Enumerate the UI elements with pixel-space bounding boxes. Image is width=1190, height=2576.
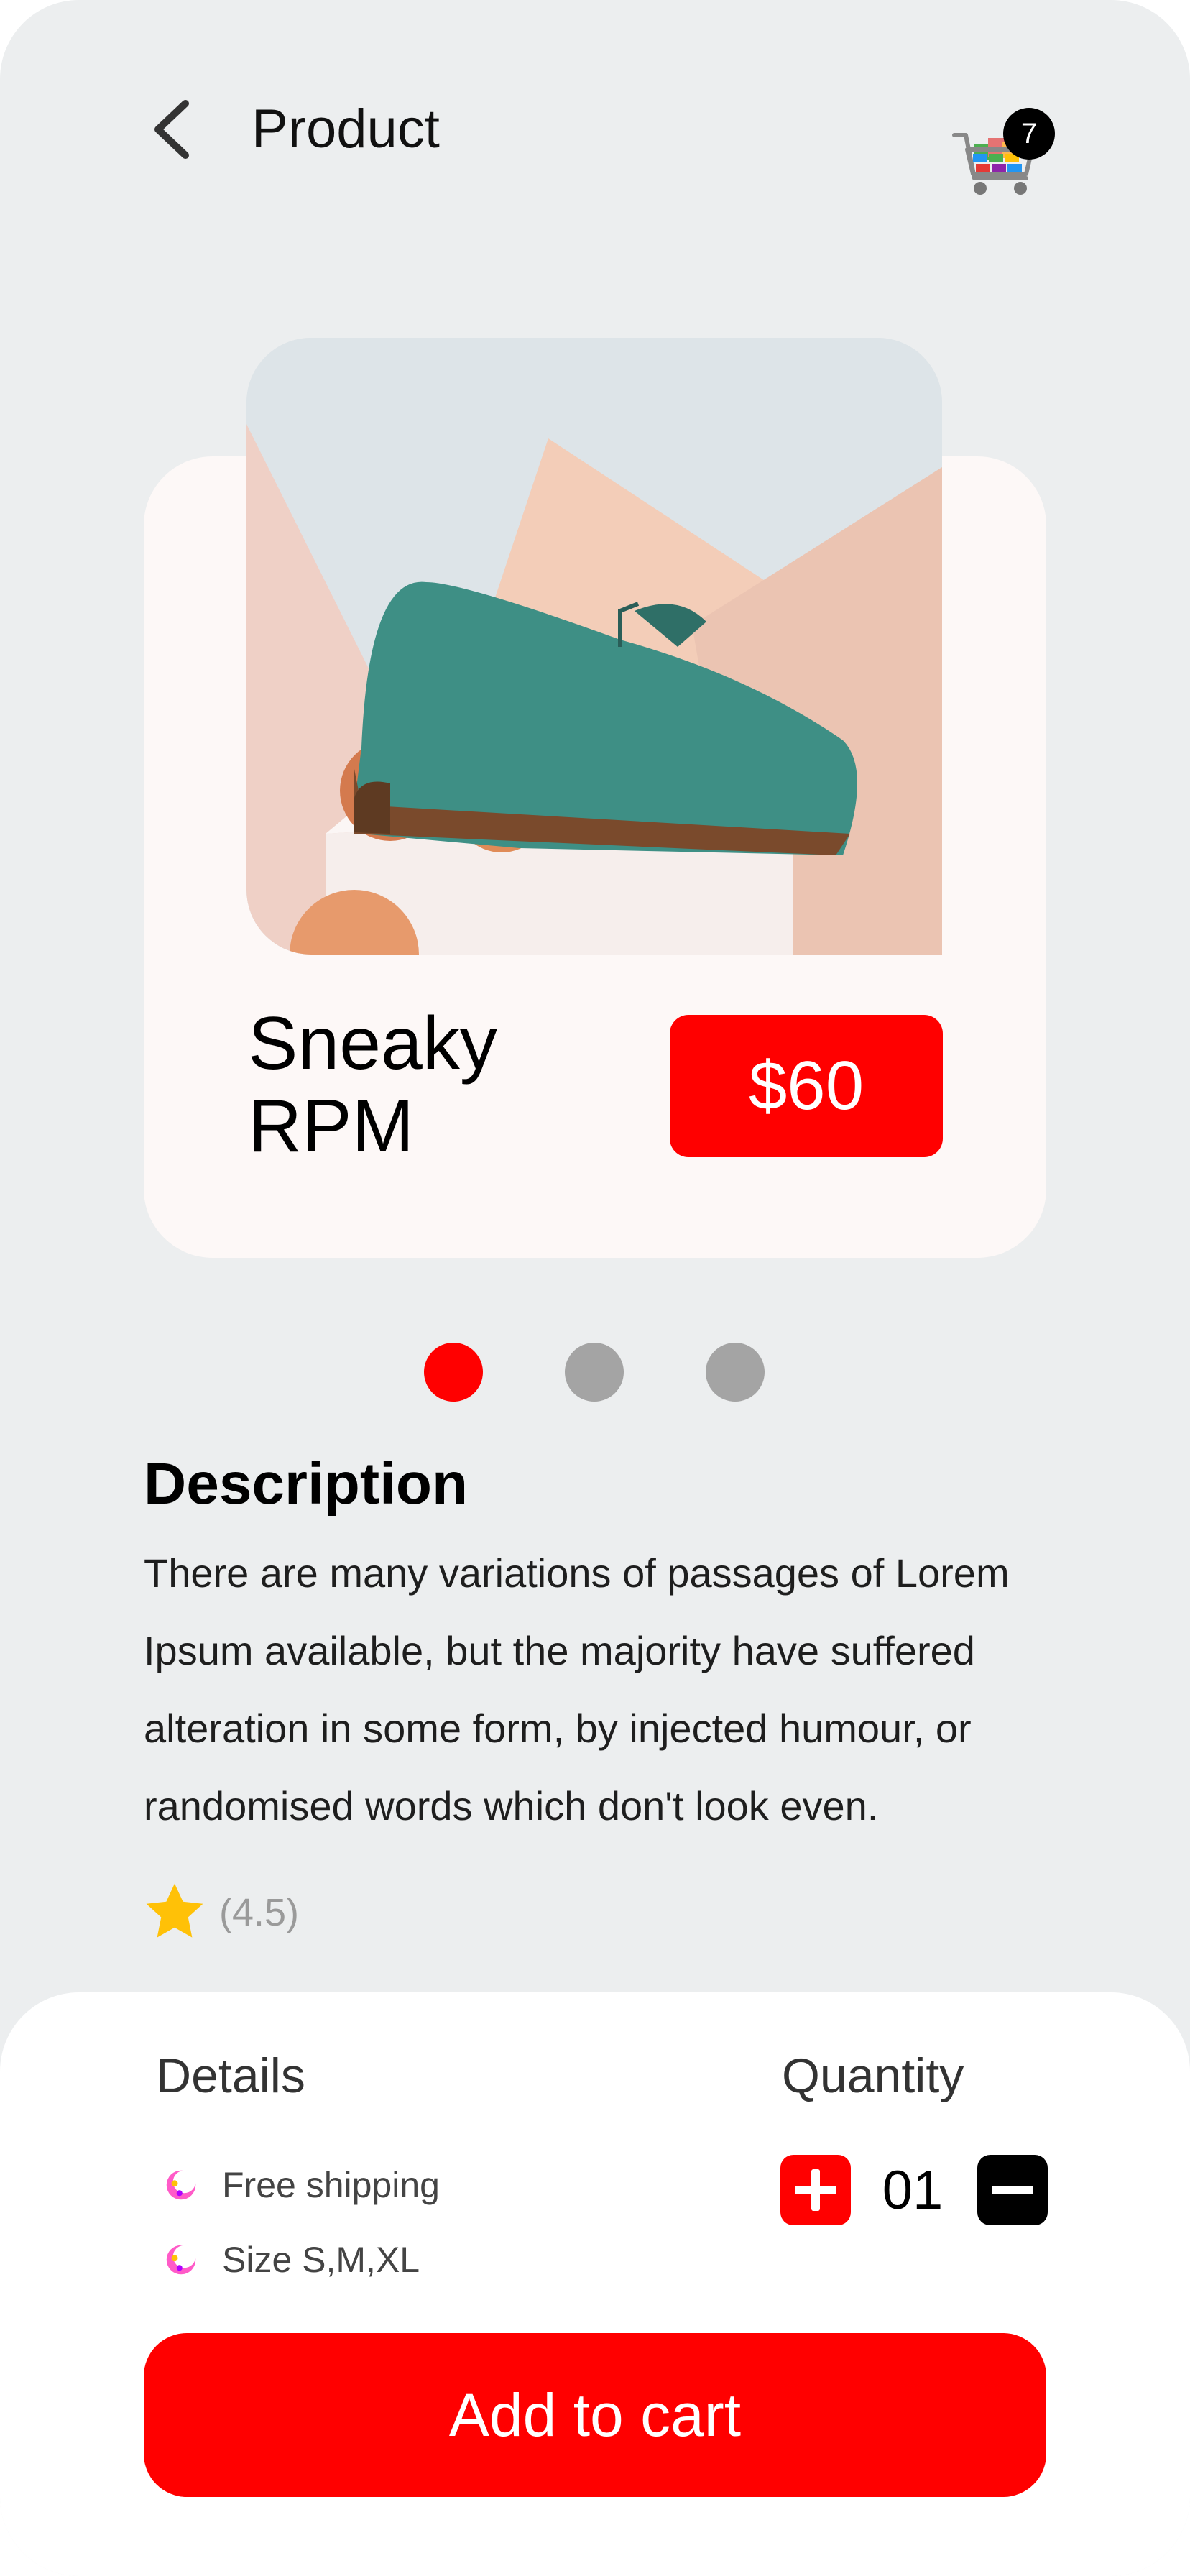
plus-icon: [795, 2169, 836, 2211]
add-to-cart-button[interactable]: Add to cart: [144, 2333, 1046, 2497]
quantity-increase-button[interactable]: [780, 2155, 851, 2225]
description-heading: Description: [144, 1451, 469, 1517]
product-image: [246, 338, 942, 954]
carousel-dot-3[interactable]: [706, 1343, 765, 1402]
cart-count-badge: 7: [1003, 108, 1055, 160]
price-tag: $60: [670, 1015, 943, 1157]
detail-item-free-shipping: Free shipping: [162, 2156, 440, 2214]
detail-item-size: Size S,M,XL: [162, 2231, 420, 2288]
detail-label: Free shipping: [222, 2165, 440, 2205]
quantity-heading: Quantity: [782, 2048, 964, 2103]
sparkle-bullet-icon: [166, 2170, 196, 2200]
carousel-dot-2[interactable]: [565, 1343, 624, 1402]
quantity-decrease-button[interactable]: [977, 2155, 1048, 2225]
cart-button[interactable]: 7: [949, 108, 1056, 216]
description-text: There are many variations of passages of…: [144, 1550, 1010, 1828]
quantity-value: 01: [882, 2160, 944, 2221]
product-screen: Product 7 Sneaky RPM $60 Description The…: [0, 0, 1190, 2576]
chevron-left-icon: [154, 100, 189, 159]
page-title: Product: [252, 98, 440, 160]
detail-label: Size S,M,XL: [222, 2240, 420, 2280]
rating-value: (4.5): [219, 1891, 300, 1934]
carousel-dot-1[interactable]: [424, 1343, 483, 1402]
back-button[interactable]: [144, 93, 201, 165]
minus-icon: [992, 2186, 1033, 2194]
details-heading: Details: [156, 2048, 305, 2103]
star-icon: [146, 1883, 203, 1938]
sparkle-bullet-icon: [166, 2245, 196, 2275]
product-name: Sneaky RPM: [248, 1002, 497, 1168]
